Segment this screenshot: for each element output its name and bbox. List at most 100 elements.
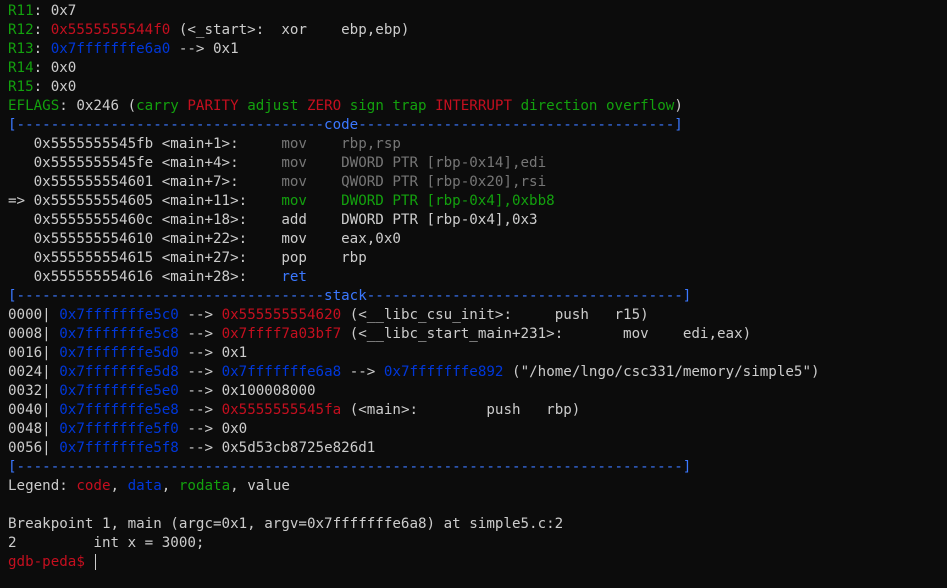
stack-offset: 0056 bbox=[8, 440, 43, 456]
stack-line: 0048| 0x7fffffffe5f0 --> 0x0 bbox=[8, 420, 947, 439]
current-instruction-marker bbox=[8, 174, 34, 190]
stack-annotation: --> bbox=[341, 364, 384, 380]
stack-value: 0x0 bbox=[221, 421, 248, 437]
instruction-operands: DWORD PTR [rbp-0x4],0x3 bbox=[341, 212, 538, 228]
instruction-operands: DWORD PTR [rbp-0x14],edi bbox=[341, 155, 547, 171]
stack-value: 0x1 bbox=[221, 345, 248, 361]
legend-code: code bbox=[76, 478, 111, 494]
register-value: 0x0 bbox=[50, 60, 77, 76]
stack-offset: 0000 bbox=[8, 307, 43, 323]
instruction-address: 0x555555554610 bbox=[33, 231, 154, 247]
stack-line: 0024| 0x7fffffffe5d8 --> 0x7fffffffe6a8 … bbox=[8, 363, 947, 382]
current-instruction-marker bbox=[8, 155, 34, 171]
instruction-operands: rbp,rsp bbox=[341, 136, 401, 152]
register-label: R13 bbox=[8, 41, 34, 57]
instruction-pad bbox=[307, 155, 341, 171]
stack-line: 0008| 0x7fffffffe5c8 --> 0x7ffff7a03bf7 … bbox=[8, 325, 947, 344]
stack-value: 0x5d53cb8725e826d1 bbox=[221, 440, 376, 456]
stack-annotation: (<main>: push rbp) bbox=[341, 402, 581, 418]
stack-address: 0x7fffffffe5d0 bbox=[59, 345, 179, 361]
code-line: 0x555555554615 <main+27>: pop rbp bbox=[8, 249, 947, 268]
instruction-symbol: <main+18>: bbox=[153, 212, 282, 228]
stack-offset: 0048 bbox=[8, 421, 43, 437]
register-address: 0x7fffffffe6a0 bbox=[50, 41, 171, 57]
stack-arrow: --> bbox=[178, 440, 222, 456]
register-label: R15 bbox=[8, 79, 34, 95]
register-value: 0x0 bbox=[50, 79, 77, 95]
stack-value: 0x7ffff7a03bf7 bbox=[221, 326, 342, 342]
stack-arrow: --> bbox=[178, 364, 222, 380]
stack-separator: | bbox=[42, 383, 60, 399]
eflags-label: EFLAGS bbox=[8, 98, 60, 114]
instruction-opcode: mov bbox=[281, 193, 307, 209]
text-cursor[interactable] bbox=[95, 554, 97, 570]
stack-offset: 0024 bbox=[8, 364, 43, 380]
stack-arrow: --> bbox=[178, 402, 222, 418]
instruction-symbol: <main+28>: bbox=[153, 269, 282, 285]
stack-line: 0000| 0x7fffffffe5c0 --> 0x555555554620 … bbox=[8, 306, 947, 325]
stack-address: 0x7fffffffe5e0 bbox=[59, 383, 179, 399]
prompt-line[interactable]: gdb-peda$ bbox=[8, 553, 947, 572]
eflag-direction: direction bbox=[520, 98, 598, 114]
stack-separator: | bbox=[42, 440, 60, 456]
code-line: 0x55555555460c <main+18>: add DWORD PTR … bbox=[8, 211, 947, 230]
current-instruction-marker: => bbox=[8, 193, 34, 209]
stack-address: 0x7fffffffe5f0 bbox=[59, 421, 179, 437]
register-label: R12 bbox=[8, 22, 34, 38]
stack-value: 0x7fffffffe6a8 bbox=[221, 364, 342, 380]
stack-address: 0x7fffffffe5f8 bbox=[59, 440, 179, 456]
eflag-trap: trap bbox=[392, 98, 427, 114]
register-r15: R15: 0x0 bbox=[8, 79, 77, 95]
instruction-pad bbox=[307, 250, 341, 266]
stack-separator: | bbox=[42, 345, 60, 361]
instruction-symbol: <main+27>: bbox=[153, 250, 282, 266]
instruction-pad bbox=[307, 212, 341, 228]
code-line: 0x555555554616 <main+28>: ret bbox=[8, 268, 947, 287]
eflag-interrupt: INTERRUPT bbox=[435, 98, 513, 114]
current-instruction-marker bbox=[8, 269, 34, 285]
terminal-window[interactable]: R11: 0x7 R12: 0x5555555544f0 (<_start>: … bbox=[0, 0, 947, 588]
instruction-pad bbox=[307, 136, 341, 152]
instruction-address: 0x5555555545fe bbox=[33, 155, 154, 171]
stack-listing: 0000| 0x7fffffffe5c0 --> 0x555555554620 … bbox=[8, 306, 947, 458]
instruction-operands: rbp bbox=[341, 250, 367, 266]
eflag-parity: PARITY bbox=[187, 98, 239, 114]
instruction-address: 0x55555555460c bbox=[33, 212, 154, 228]
instruction-symbol: <main+22>: bbox=[153, 231, 282, 247]
stack-value-deref: 0x7fffffffe892 bbox=[383, 364, 504, 380]
instruction-symbol: <main+4>: bbox=[153, 155, 282, 171]
eflag-adjust: adjust bbox=[247, 98, 299, 114]
current-instruction-marker bbox=[8, 212, 34, 228]
instruction-operands: DWORD PTR [rbp-0x4],0xbb8 bbox=[341, 193, 555, 209]
stack-line: 0016| 0x7fffffffe5d0 --> 0x1 bbox=[8, 344, 947, 363]
eflag-overflow: overflow bbox=[605, 98, 675, 114]
eflag-carry: carry bbox=[136, 98, 179, 114]
gdb-prompt: gdb-peda$ bbox=[8, 554, 94, 570]
instruction-operands: eax,0x0 bbox=[341, 231, 401, 247]
stack-address: 0x7fffffffe5e8 bbox=[59, 402, 179, 418]
stack-arrow: --> bbox=[178, 421, 222, 437]
stack-separator: | bbox=[42, 421, 60, 437]
stack-offset: 0008 bbox=[8, 326, 43, 342]
legend-data: data bbox=[127, 478, 162, 494]
stack-section-header: [------------------------------------sta… bbox=[8, 288, 692, 304]
instruction-symbol: <main+1>: bbox=[153, 136, 282, 152]
register-r14: R14: 0x0 bbox=[8, 60, 77, 76]
stack-separator: | bbox=[42, 307, 60, 323]
register-address: 0x5555555544f0 bbox=[50, 22, 171, 38]
instruction-address: 0x5555555545fb bbox=[33, 136, 154, 152]
eflag-sign: sign bbox=[349, 98, 384, 114]
eflag-zero: ZERO bbox=[306, 98, 342, 114]
stack-separator: | bbox=[42, 402, 60, 418]
code-section-header: [------------------------------------cod… bbox=[8, 117, 683, 133]
legend-rodata: rodata bbox=[178, 478, 231, 494]
current-instruction-marker bbox=[8, 136, 34, 152]
register-r12: R12: 0x5555555544f0 (<_start>: xor ebp,e… bbox=[8, 22, 410, 38]
stack-line: 0032| 0x7fffffffe5e0 --> 0x100008000 bbox=[8, 382, 947, 401]
stack-separator: | bbox=[42, 364, 60, 380]
instruction-symbol: <main+11>: bbox=[153, 193, 282, 209]
stack-value: 0x555555554620 bbox=[221, 307, 342, 323]
source-line: 2 int x = 3000; bbox=[8, 535, 205, 551]
stack-arrow: --> bbox=[178, 345, 222, 361]
